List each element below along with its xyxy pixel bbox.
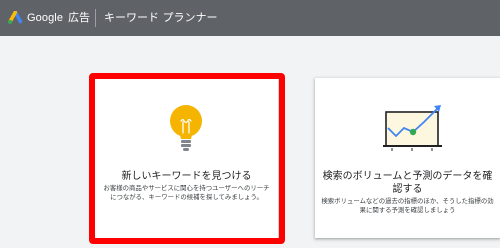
google-ads-logo-icon[interactable] (7, 11, 23, 25)
tool-title: キーワード プランナー (104, 11, 218, 24)
line-chart-icon (383, 105, 442, 151)
search-volume-forecast-card[interactable]: 検索のボリュームと予測のデータを確認する 検索ボリュームなどの過去の指標のほか、… (315, 78, 500, 238)
header-divider (95, 9, 96, 27)
top-bar: Google 広告 キーワード プランナー (0, 0, 500, 36)
card-description: 検索ボリュームなどの過去の指標のほか、そうした指標の効果に関する予測を確認しまし… (321, 197, 494, 214)
card-description: お客様の商品やサービスに関心を持つユーザーへのリーチにつながる、キーワードの候補… (103, 184, 270, 201)
brand-ads: 広告 (68, 11, 90, 24)
find-new-keywords-card[interactable]: 新しいキーワードを見つける お客様の商品やサービスに関心を持つユーザーへのリーチ… (95, 78, 278, 238)
lightbulb-icon (170, 105, 202, 151)
card-title: 新しいキーワードを見つける (121, 171, 252, 182)
brand-google: Google (27, 12, 64, 24)
card-title: 検索のボリュームと予測のデータを確認する (322, 171, 493, 195)
